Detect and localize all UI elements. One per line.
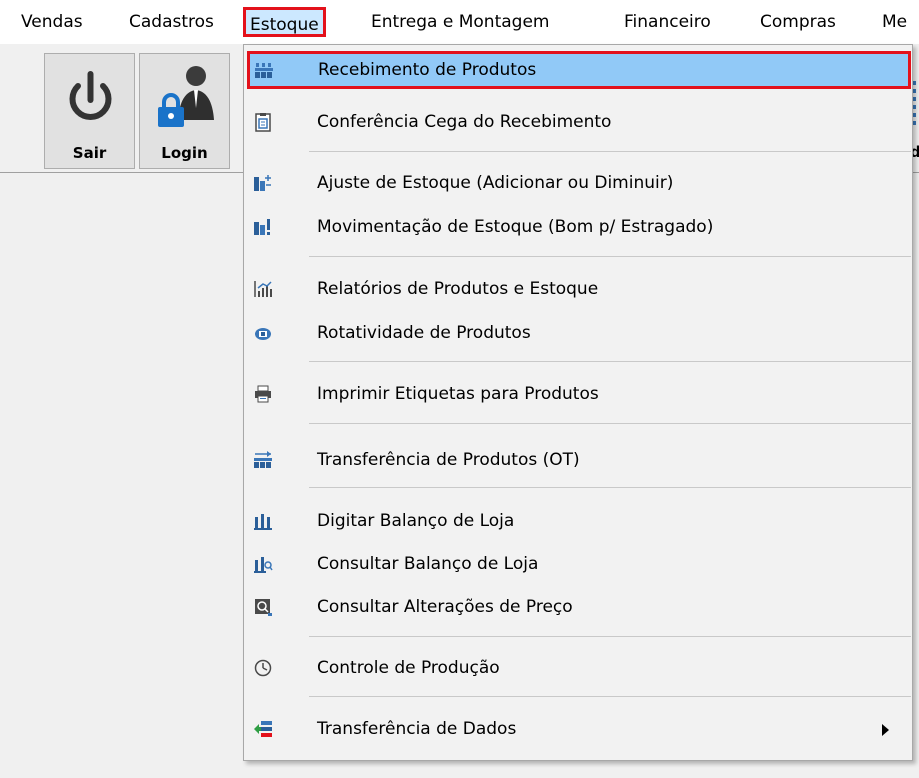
menu-item-label: Recebimento de Produtos [318,60,537,80]
power-icon [45,62,134,142]
menu-item-consultar-balanco[interactable]: Consultar Balanço de Loja [246,545,909,583]
menu-financeiro[interactable]: Financeiro [624,11,711,33]
menu-item-consultar-alteracoes-preco[interactable]: Consultar Alterações de Preço [246,588,909,626]
menu-item-label: Consultar Alterações de Preço [317,597,573,617]
menu-item-controle-producao[interactable]: Controle de Produção [246,649,909,687]
price-search-icon [253,597,273,617]
data-transfer-icon [253,719,273,739]
menu-item-label: Movimentação de Estoque (Bom p/ Estragad… [317,217,714,237]
menu-item-label: Transferência de Dados [317,719,517,739]
balance-icon [253,511,273,531]
menu-entrega-montagem[interactable]: Entrega e Montagem [371,11,549,33]
menu-separator [309,423,911,424]
stock-adjust-icon [253,173,273,193]
menu-estoque[interactable]: Estoque [243,7,326,37]
menu-separator [309,636,911,637]
login-button[interactable]: Login [139,53,230,169]
login-label: Login [161,144,208,162]
rotation-icon [253,323,273,343]
balance-search-icon [253,554,273,574]
menu-item-rotatividade-produtos[interactable]: Rotatividade de Produtos [246,314,909,352]
menu-item-ajuste-estoque[interactable]: Ajuste de Estoque (Adicionar ou Diminuir… [246,164,909,202]
printer-icon [253,384,273,404]
stock-move-icon [253,217,273,237]
menu-separator [309,151,911,152]
menu-separator [309,487,911,488]
menu-item-imprimir-etiquetas[interactable]: Imprimir Etiquetas para Produtos [246,375,909,413]
bar-chart-icon [253,279,273,299]
submenu-arrow-icon [882,724,889,736]
exit-button[interactable]: Sair [44,53,135,169]
menu-item-label: Ajuste de Estoque (Adicionar ou Diminuir… [317,173,674,193]
clipboard-icon [253,112,273,132]
menu-separator [309,361,911,362]
warehouse-icon [254,60,274,80]
menu-item-label: Conferência Cega do Recebimento [317,112,612,132]
menu-item-relatorios-produtos[interactable]: Relatórios de Produtos e Estoque [246,270,909,308]
menu-compras[interactable]: Compras [760,11,836,33]
menu-item-recebimento-produtos[interactable]: Recebimento de Produtos [247,51,911,89]
menu-vendas[interactable]: Vendas [21,11,83,33]
menu-item-label: Transferência de Produtos (OT) [317,450,580,470]
menu-item-transferencia-produtos[interactable]: Transferência de Produtos (OT) [246,441,909,479]
menu-item-label: Consultar Balanço de Loja [317,554,539,574]
menu-item-label: Relatórios de Produtos e Estoque [317,279,599,299]
menu-item-label: Rotatividade de Produtos [317,323,531,343]
menu-more-truncated[interactable]: Me [882,11,907,33]
menu-item-label: Digitar Balanço de Loja [317,511,515,531]
transfer-icon [253,450,273,470]
menu-item-movimentacao-estoque[interactable]: Movimentação de Estoque (Bom p/ Estragad… [246,208,909,246]
user-lock-icon [140,62,229,142]
menu-separator [309,696,911,697]
exit-label: Sair [72,144,107,162]
estoque-dropdown-menu: Recebimento de Produtos Conferência Cega… [243,44,913,761]
menu-bar: Vendas Cadastros Estoque Entrega e Monta… [0,0,919,44]
menu-separator [309,256,911,257]
menu-cadastros[interactable]: Cadastros [129,11,214,33]
menu-item-label: Imprimir Etiquetas para Produtos [317,384,599,404]
menu-item-transferencia-dados[interactable]: Transferência de Dados [246,710,909,748]
menu-item-conferencia-cega[interactable]: Conferência Cega do Recebimento [246,103,909,141]
clock-icon [253,658,273,678]
menu-item-digitar-balanco[interactable]: Digitar Balanço de Loja [246,502,909,540]
menu-item-label: Controle de Produção [317,658,500,678]
